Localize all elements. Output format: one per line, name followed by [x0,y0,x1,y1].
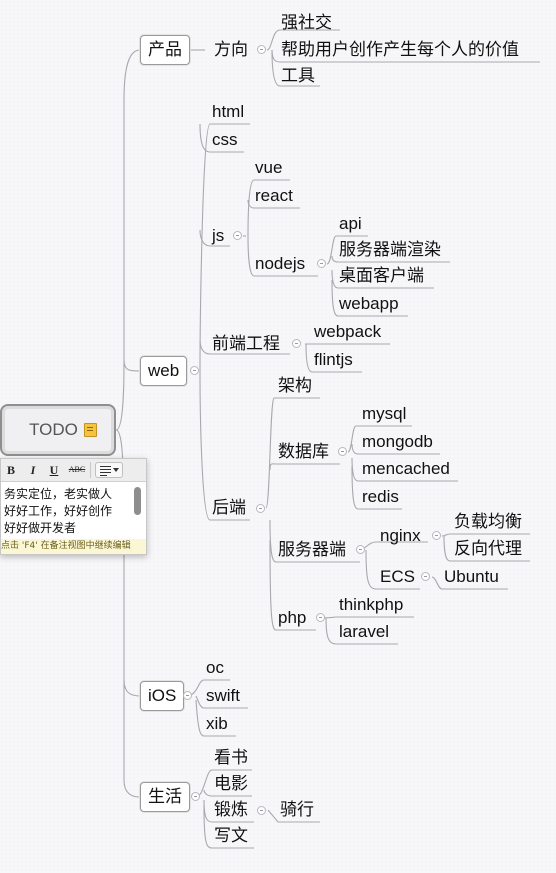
align-dropdown-button[interactable] [95,462,123,478]
topic-direction-item[interactable]: 强社交 [281,13,332,33]
root-topic[interactable]: TODO [0,404,116,456]
topic-nodejs-item[interactable]: 服务器端渲染 [339,240,441,260]
topic-exercise[interactable]: 锻炼 [214,800,248,820]
topic-vue[interactable]: vue [255,158,282,178]
strikethrough-button[interactable]: ABC [66,462,88,478]
topic-ios-item[interactable]: xib [206,714,228,734]
italic-button[interactable]: I [27,462,39,478]
notes-textarea[interactable]: 务实定位，老实做人 好好工作，好好创作 好好做开发者 [4,486,130,537]
topic-nodejs-item[interactable]: 桌面客户端 [339,266,424,286]
topic-react[interactable]: react [255,186,293,206]
collapse-toggle-icon[interactable] [317,259,326,268]
branch-web[interactable]: web [140,356,188,386]
topic-database-item[interactable]: mongodb [362,432,433,452]
collapse-toggle-icon[interactable] [233,231,242,240]
topic-database[interactable]: 数据库 [278,442,329,462]
topic-nginx-item[interactable]: 负载均衡 [454,512,522,532]
topic-exercise-item[interactable]: 骑行 [280,800,314,820]
note-icon[interactable] [83,423,97,437]
underline-button[interactable]: U [48,462,60,478]
topic-database-item[interactable]: redis [362,487,399,507]
topic-nginx-item[interactable]: 反向代理 [454,539,522,559]
topic-server-side[interactable]: 服务器端 [278,540,346,560]
align-icon [100,466,111,478]
collapse-toggle-icon[interactable] [191,792,200,801]
topic-php-item[interactable]: laravel [339,622,389,642]
topic-writing[interactable]: 写文 [214,826,248,846]
topic-direction-item[interactable]: 工具 [281,66,315,86]
root-topic-label: TODO [29,420,78,439]
collapse-toggle-icon[interactable] [292,339,301,348]
branch-product[interactable]: 产品 [140,35,190,65]
notes-toolbar: B I U ABC [1,459,146,482]
chevron-down-icon [113,468,119,472]
topic-js[interactable]: js [212,226,224,246]
topic-backend[interactable]: 后端 [212,498,246,518]
topic-frontend-item[interactable]: flintjs [314,350,353,370]
collapse-toggle-icon[interactable] [338,447,347,456]
topic-database-item[interactable]: mysql [362,404,406,424]
notes-scrollbar[interactable] [134,487,141,515]
topic-php-item[interactable]: thinkphp [339,595,403,615]
topic-direction-item[interactable]: 帮助用户创作产生每个人的价值 [281,40,519,60]
branch-life[interactable]: 生活 [140,782,190,812]
topic-nodejs[interactable]: nodejs [255,254,305,274]
collapse-toggle-icon[interactable] [356,545,365,554]
topic-nginx[interactable]: nginx [380,526,421,546]
bold-button[interactable]: B [5,462,17,478]
toolbar-divider [90,462,91,478]
topic-php[interactable]: php [278,608,306,628]
topic-frontend-engineering[interactable]: 前端工程 [212,334,280,354]
topic-css[interactable]: css [212,130,238,150]
topic-architecture[interactable]: 架构 [278,376,312,396]
topic-ecs-item[interactable]: Ubuntu [444,567,499,587]
topic-ios-item[interactable]: swift [206,686,240,706]
topic-movie[interactable]: 电影 [214,774,248,794]
topic-ecs[interactable]: ECS [380,567,415,587]
branch-ios[interactable]: iOS [140,681,185,711]
notes-popover[interactable]: B I U ABC 务实定位，老实做人 好好工作，好好创作 好好做开发者 点击 … [0,458,147,555]
collapse-toggle-icon[interactable] [257,45,266,54]
topic-reading[interactable]: 看书 [214,748,248,768]
collapse-toggle-icon[interactable] [257,806,266,815]
topic-nodejs-item[interactable]: webapp [339,294,399,314]
collapse-toggle-icon[interactable] [316,613,325,622]
topic-frontend-item[interactable]: webpack [314,322,381,342]
collapse-toggle-icon[interactable] [183,691,192,700]
collapse-toggle-icon[interactable] [432,531,441,540]
topic-ios-item[interactable]: oc [206,658,224,678]
collapse-toggle-icon[interactable] [190,366,199,375]
topic-nodejs-item[interactable]: api [339,214,362,234]
collapse-toggle-icon[interactable] [421,572,430,581]
collapse-toggle-icon[interactable] [256,504,265,513]
topic-direction[interactable]: 方向 [214,40,248,60]
topic-database-item[interactable]: mencached [362,459,450,479]
topic-html[interactable]: html [212,102,244,122]
notes-hint: 点击 'F4' 在备注视图中继续编辑 [1,539,146,554]
